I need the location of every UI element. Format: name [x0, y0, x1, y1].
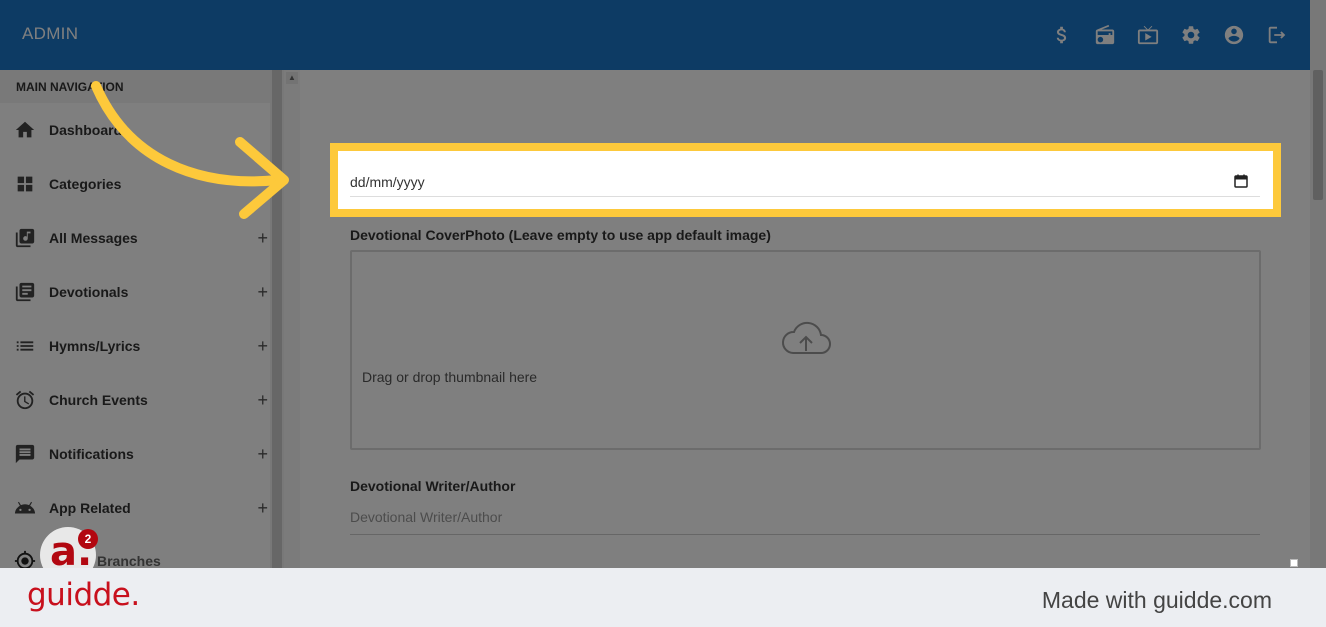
message-icon — [14, 443, 36, 465]
sidebar-item-branches[interactable]: Branches — [97, 553, 161, 569]
home-icon — [14, 119, 36, 141]
account-icon[interactable] — [1223, 24, 1245, 46]
resize-handle — [1290, 559, 1298, 567]
date-input-value: dd/mm/yyyy — [350, 174, 425, 190]
writer-label: Devotional Writer/Author — [350, 478, 516, 494]
live-tv-icon[interactable] — [1137, 24, 1159, 46]
list-icon — [14, 335, 36, 357]
made-with-text: Made with guidde.com — [1041, 587, 1272, 613]
sidebar-item-label: All Messages — [49, 230, 138, 246]
music-library-icon — [14, 227, 36, 249]
highlight-box: dd/mm/yyyy — [330, 143, 1281, 217]
cover-photo-label: Devotional CoverPhoto (Leave empty to us… — [350, 227, 771, 243]
expand-plus-icon[interactable]: + — [257, 390, 268, 411]
sidebar-item-label: Church Events — [49, 392, 148, 408]
radio-icon[interactable] — [1094, 24, 1116, 46]
cloud-upload-icon — [780, 320, 832, 356]
sidebar-item-devotionals[interactable]: Devotionals + — [0, 265, 270, 319]
library-books-icon — [14, 281, 36, 303]
expand-plus-icon[interactable]: + — [257, 336, 268, 357]
android-icon — [14, 497, 36, 519]
thumbnail-dropzone[interactable]: Drag or drop thumbnail here — [350, 250, 1261, 450]
date-input[interactable]: dd/mm/yyyy — [350, 165, 1260, 197]
expand-plus-icon[interactable]: + — [257, 498, 268, 519]
writer-placeholder: Devotional Writer/Author — [350, 509, 503, 525]
categories-icon — [14, 173, 36, 195]
sidebar-item-label: Notifications — [49, 446, 134, 462]
expand-plus-icon[interactable]: + — [257, 444, 268, 465]
alarm-icon — [14, 389, 36, 411]
dropzone-hint: Drag or drop thumbnail here — [362, 369, 538, 385]
dollar-icon[interactable] — [1051, 24, 1073, 46]
expand-plus-icon[interactable]: + — [257, 282, 268, 303]
pointer-arrow-icon — [91, 81, 289, 219]
sidebar-item-label: Hymns/Lyrics — [49, 338, 141, 354]
sidebar-item-notifications[interactable]: Notifications + — [0, 427, 270, 481]
footer-banner: guidde. Made with guidde.com — [0, 568, 1326, 627]
guidde-logo: guidde. — [27, 577, 140, 613]
page-scrollbar[interactable] — [1310, 0, 1326, 568]
expand-plus-icon[interactable]: + — [257, 228, 268, 249]
settings-icon[interactable] — [1180, 24, 1202, 46]
top-header: ADMIN — [0, 0, 1310, 70]
page-scrollbar-thumb[interactable] — [1313, 70, 1323, 200]
sidebar-item-label: Devotionals — [49, 284, 129, 300]
admin-brand[interactable]: ADMIN — [22, 24, 78, 44]
header-icons — [1051, 24, 1288, 46]
logout-icon[interactable] — [1266, 24, 1288, 46]
sidebar-item-church-events[interactable]: Church Events + — [0, 373, 270, 427]
calendar-icon[interactable] — [1234, 174, 1248, 188]
sidebar-item-app-related[interactable]: App Related + — [0, 481, 270, 535]
writer-input[interactable]: Devotional Writer/Author — [350, 505, 1260, 535]
sidebar-item-hymns-lyrics[interactable]: Hymns/Lyrics + — [0, 319, 270, 373]
notification-badge: 2 — [78, 529, 98, 549]
sidebar-item-label: App Related — [49, 500, 131, 516]
